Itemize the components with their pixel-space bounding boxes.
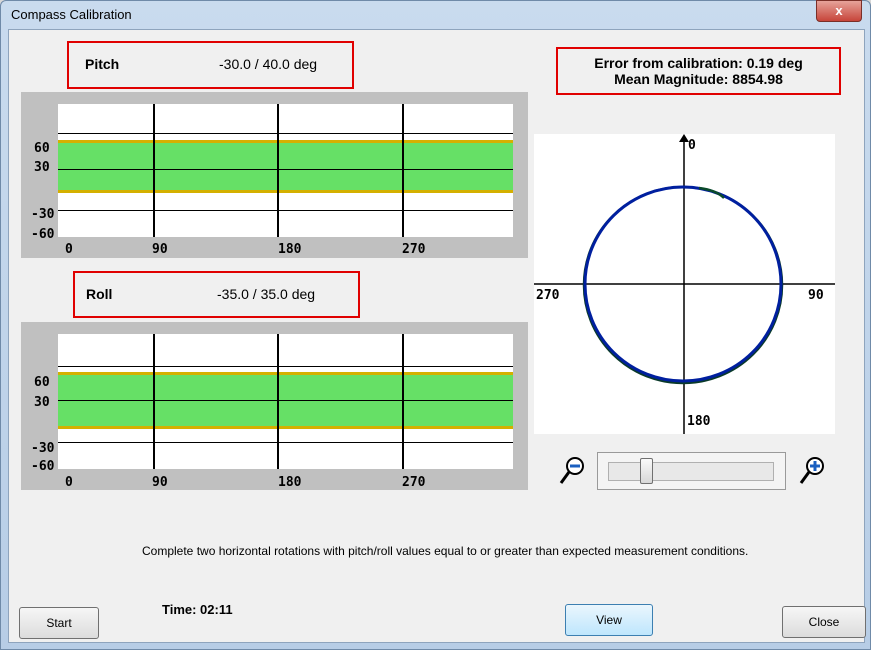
zoom-slider-track [608,462,774,481]
pitch-chart: 60 30 -30 -60 0 90 180 270 [21,92,528,258]
roll-chart: 60 30 -30 -60 0 90 180 270 [21,322,528,490]
compass-svg [534,134,835,434]
roll-lower-limit-line [58,426,513,429]
y-tick-label: 30 [34,395,50,410]
window-title: Compass Calibration [11,7,132,22]
pitch-lower-limit-line [58,190,513,193]
grid-line [58,169,513,170]
y-tick-label: -30 [31,441,55,456]
zoom-out-icon[interactable] [559,456,587,486]
start-button[interactable]: Start [19,607,99,639]
x-tick-label: 180 [278,475,302,490]
y-tick-label: 60 [34,375,50,390]
y-tick-label: -60 [31,227,55,242]
instruction-text: Complete two horizontal rotations with p… [142,544,749,558]
y-tick-label: -30 [31,207,55,222]
grid-line [402,334,404,469]
calibration-stats: Error from calibration: 0.19 deg Mean Ma… [556,47,841,95]
y-tick-label: 60 [34,141,50,156]
y-tick-label: 30 [34,160,50,175]
grid-line [277,104,279,237]
window-close-button[interactable]: x [816,0,862,22]
pitch-upper-limit-line [58,140,513,143]
compass-label-left: 270 [536,288,560,303]
compass-label-bottom: 180 [687,414,711,429]
client-area: Pitch -30.0 / 40.0 deg Error from calibr… [8,29,866,643]
roll-label: Roll [86,286,113,302]
roll-plot-area [58,334,513,469]
zoom-in-icon[interactable] [799,456,827,486]
grid-line [58,133,513,134]
roll-upper-limit-line [58,372,513,375]
pitch-label: Pitch [85,56,120,72]
grid-line [58,442,513,443]
compass-calibration-window: Compass Calibration x Pitch -30.0 / 40.0… [0,0,871,650]
x-tick-label: 0 [65,242,73,257]
compass-plot: 0 90 180 270 [534,134,835,434]
x-tick-label: 180 [278,242,302,257]
compass-label-right: 90 [808,288,824,303]
grid-line [153,334,155,469]
grid-line [153,104,155,237]
pitch-range: -30.0 / 40.0 deg [219,56,318,72]
zoom-slider-thumb[interactable] [640,458,653,484]
close-button[interactable]: Close [782,606,866,638]
view-button[interactable]: View [565,604,653,636]
x-tick-label: 270 [402,475,426,490]
x-tick-label: 90 [152,242,168,257]
x-tick-label: 0 [65,475,73,490]
x-tick-label: 90 [152,475,168,490]
grid-line [58,366,513,367]
timer: Time: 02:11 [162,602,233,617]
pitch-range-band [58,140,513,192]
grid-line [58,400,513,401]
y-tick-label: -60 [31,459,55,474]
title-bar: Compass Calibration x [1,0,870,29]
compass-label-top: 0 [688,138,696,153]
roll-header: Roll -35.0 / 35.0 deg [73,271,360,318]
grid-line [58,210,513,211]
calibration-error: Error from calibration: 0.19 deg [594,55,803,71]
pitch-plot-area [58,104,513,237]
pitch-header: Pitch -30.0 / 40.0 deg [67,41,354,89]
grid-line [402,104,404,237]
zoom-slider[interactable] [597,452,786,490]
x-tick-label: 270 [402,242,426,257]
grid-line [277,334,279,469]
roll-range: -35.0 / 35.0 deg [217,286,316,302]
mean-magnitude: Mean Magnitude: 8854.98 [614,71,783,87]
